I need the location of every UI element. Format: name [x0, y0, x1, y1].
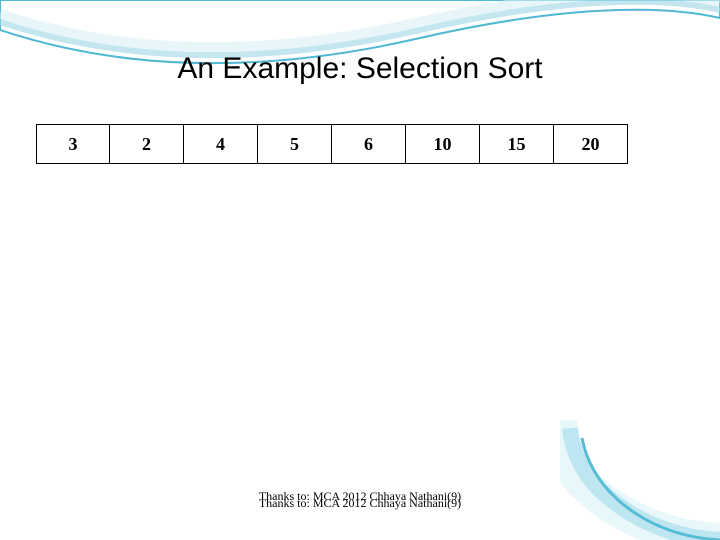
array-cell: 6 — [332, 124, 406, 164]
array-cell: 10 — [406, 124, 480, 164]
slide-title: An Example: Selection Sort — [0, 52, 720, 86]
array-cell: 4 — [184, 124, 258, 164]
array-cell: 5 — [258, 124, 332, 164]
array-cell: 2 — [110, 124, 184, 164]
footer-line-2: Thanks to: MCA 2012 Chhaya Nathani(9) — [0, 497, 720, 509]
array-cell: 20 — [554, 124, 628, 164]
array-cell: 15 — [480, 124, 554, 164]
footer-credit: Thanks to: MCA 2012 Chhaya Nathani(9) Th… — [0, 490, 720, 514]
corner-swoosh-decoration — [560, 420, 720, 540]
array-cell: 3 — [36, 124, 110, 164]
array-row: 3 2 4 5 6 10 15 20 — [36, 124, 628, 164]
